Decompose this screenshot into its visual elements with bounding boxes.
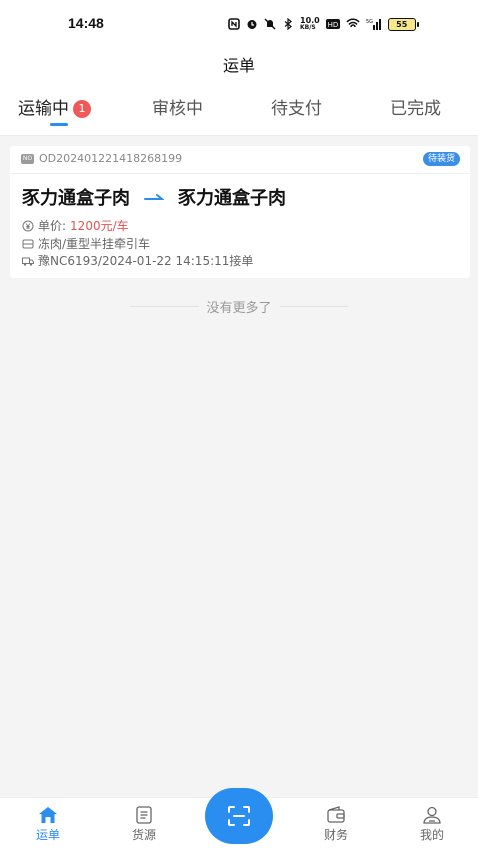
signal-icon: 5G bbox=[366, 19, 381, 30]
status-bar: 14:48 10.0 KB/S HD 5G 55 bbox=[0, 0, 478, 46]
cargo-info: 冻肉/重型半挂牵引车 bbox=[38, 237, 151, 251]
scan-button[interactable] bbox=[205, 788, 273, 844]
order-card[interactable]: NO OD202401221418268199 待装货 豕力通盒子肉 豕力通盒子… bbox=[10, 146, 470, 278]
route-origin: 豕力通盒子肉 bbox=[22, 188, 130, 209]
net-speed: 10.0 KB/S bbox=[300, 16, 320, 32]
order-no-icon: NO bbox=[21, 154, 34, 164]
hd-icon: HD bbox=[325, 19, 340, 29]
alarm-icon bbox=[247, 20, 257, 29]
vehicle-row: 豫NC6193/2024-01-22 14:15:11接单 bbox=[22, 252, 253, 269]
status-badge: 待装货 bbox=[422, 152, 460, 166]
tab-label: 审核中 bbox=[152, 99, 203, 119]
tab-label: 运输中 bbox=[18, 99, 69, 119]
scan-icon bbox=[228, 806, 250, 826]
nav-cargo-source[interactable]: 货源 bbox=[114, 806, 174, 843]
svg-text:HD: HD bbox=[327, 21, 338, 29]
page-title: 运单 bbox=[222, 56, 255, 75]
svg-text:5G: 5G bbox=[366, 19, 373, 25]
route-destination: 豕力通盒子肉 bbox=[178, 188, 286, 209]
truck-icon bbox=[22, 257, 34, 266]
tab-under-review[interactable]: 审核中 bbox=[152, 94, 203, 124]
user-icon bbox=[423, 806, 441, 824]
nav-label: 我的 bbox=[419, 828, 444, 842]
tab-bar: 运输中 1 审核中 待支付 已完成 bbox=[0, 80, 478, 136]
mute-icon bbox=[264, 18, 276, 30]
tab-in-transit[interactable]: 运输中 1 bbox=[18, 94, 91, 126]
clock: 14:48 bbox=[68, 15, 104, 31]
nav-bar: 运单 bbox=[0, 46, 478, 80]
yuan-icon bbox=[22, 220, 34, 231]
nav-label: 货源 bbox=[131, 828, 156, 842]
cargo-icon bbox=[22, 239, 34, 248]
tab-pending-payment[interactable]: 待支付 bbox=[271, 94, 322, 124]
nav-mine[interactable]: 我的 bbox=[402, 806, 462, 843]
tab-active-indicator bbox=[50, 123, 68, 126]
list-icon bbox=[136, 806, 152, 824]
status-icons: 10.0 KB/S HD 5G 55 bbox=[228, 15, 419, 33]
nav-waybill[interactable]: 运单 bbox=[18, 806, 78, 843]
price-label: 单价: bbox=[38, 219, 67, 233]
vehicle-info: 豫NC6193/2024-01-22 14:15:11接单 bbox=[38, 254, 254, 268]
tab-label: 待支付 bbox=[271, 99, 322, 119]
cargo-row: 冻肉/重型半挂牵引车 bbox=[22, 235, 150, 252]
nav-finance[interactable]: 财务 bbox=[306, 806, 366, 843]
route: 豕力通盒子肉 豕力通盒子肉 bbox=[22, 184, 286, 210]
order-card-header: NO OD202401221418268199 待装货 bbox=[10, 146, 470, 174]
nav-label: 运单 bbox=[35, 828, 60, 842]
list-end-indicator: 没有更多了 bbox=[130, 296, 348, 316]
bluetooth-icon bbox=[284, 18, 292, 30]
nfc-icon bbox=[228, 18, 240, 30]
nav-label: 财务 bbox=[323, 828, 348, 842]
tab-completed[interactable]: 已完成 bbox=[390, 94, 441, 124]
tab-label: 已完成 bbox=[390, 99, 441, 119]
tab-badge: 1 bbox=[73, 100, 91, 118]
arrow-right-icon bbox=[144, 194, 164, 200]
order-number: OD202401221418268199 bbox=[39, 152, 183, 165]
wifi-icon bbox=[346, 18, 360, 28]
price-value: 1200元/车 bbox=[70, 219, 129, 233]
battery-icon: 55 bbox=[387, 17, 419, 31]
price-row: 单价: 1200元/车 bbox=[22, 217, 129, 234]
wallet-icon bbox=[327, 806, 345, 823]
home-icon bbox=[39, 807, 57, 823]
